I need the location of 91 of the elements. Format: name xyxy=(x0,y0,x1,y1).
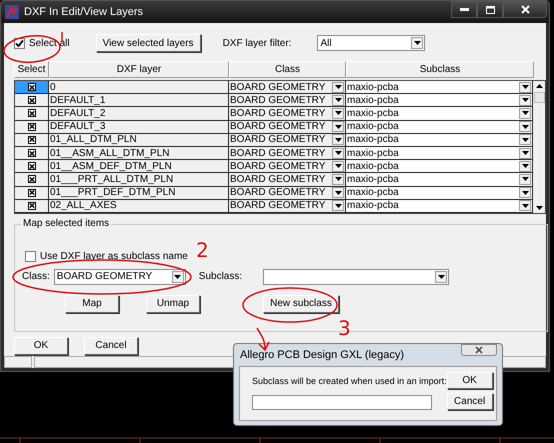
check-mark-icon[interactable] xyxy=(28,202,36,210)
table-cell: 01__ASM_DEF_DTM_PLN xyxy=(49,160,229,174)
subclass-cell-dropdown[interactable]: maxio-pcba xyxy=(346,107,533,121)
close-button[interactable] xyxy=(503,1,547,18)
class-cell-dropdown[interactable]: BOARD GEOMETRY xyxy=(229,146,346,160)
subclass-cell-dropdown[interactable]: maxio-pcba xyxy=(346,134,533,147)
subclass-cell-dropdown[interactable]: maxio-pcba xyxy=(346,186,533,200)
select-cell[interactable] xyxy=(15,186,49,200)
popup-message: Subclass will be created when used in an import: xyxy=(252,376,447,386)
check-mark-icon[interactable] xyxy=(28,162,36,170)
check-mark-icon[interactable] xyxy=(28,83,36,92)
table-cell: 01___PRT_DEF_DTM_PLN xyxy=(49,186,229,200)
check-mark-icon[interactable] xyxy=(28,136,36,144)
subclass-name-checkbox[interactable] xyxy=(25,250,36,262)
status-pane xyxy=(4,356,32,368)
check-mark-icon[interactable] xyxy=(28,149,36,158)
minimize-button[interactable] xyxy=(451,1,477,18)
maximize-icon xyxy=(486,6,494,14)
scroll-thumb[interactable] xyxy=(534,92,544,103)
scrollbar[interactable] xyxy=(533,81,545,213)
dialog-button[interactable]: OK xyxy=(14,336,68,355)
column-header[interactable]: Class xyxy=(229,61,346,78)
select-cell[interactable] xyxy=(15,134,49,147)
select-cell[interactable] xyxy=(15,81,49,94)
app-icon xyxy=(5,5,19,19)
check-mark-icon[interactable] xyxy=(28,96,36,104)
action-button[interactable]: Unmap xyxy=(146,294,200,313)
close-icon xyxy=(520,5,530,14)
subclass-cell-dropdown[interactable]: maxio-pcba xyxy=(346,160,533,174)
maximize-button[interactable] xyxy=(477,1,503,18)
check-mark-icon[interactable] xyxy=(28,188,36,197)
subclass-cell-dropdown[interactable]: maxio-pcba xyxy=(346,146,533,160)
class-cell-dropdown[interactable]: BOARD GEOMETRY xyxy=(229,134,346,147)
class-dropdown[interactable]: BOARD GEOMETRY xyxy=(54,268,186,285)
select-cell[interactable] xyxy=(15,107,49,121)
close-button[interactable] xyxy=(461,344,497,356)
subclass-cell-dropdown[interactable]: maxio-pcba xyxy=(346,200,533,213)
popup-title: Allegro PCB Design GXL (legacy) xyxy=(240,349,404,361)
group-title: Map selected items xyxy=(21,218,112,229)
select-cell[interactable] xyxy=(15,173,49,186)
subclass-name-field[interactable] xyxy=(252,395,432,410)
table-cell: DEFAULT_3 xyxy=(49,120,229,134)
select-cell[interactable] xyxy=(15,120,49,134)
view-layers-button[interactable]: View selected layers xyxy=(96,34,201,52)
action-button[interactable]: Map xyxy=(65,294,119,313)
filter-label: DXF layer filter: xyxy=(222,38,292,48)
filter-dropdown[interactable]: All xyxy=(317,35,426,51)
select-cell[interactable] xyxy=(15,160,49,174)
scroll-down-icon xyxy=(536,206,542,210)
column-header[interactable]: Select xyxy=(14,61,49,78)
annotation-number: 2 xyxy=(196,240,209,260)
subclass-cell-dropdown[interactable]: maxio-pcba xyxy=(346,120,533,134)
class-cell-dropdown[interactable]: BOARD GEOMETRY xyxy=(229,173,346,186)
table-cell: 02_ALL_AXES xyxy=(49,200,229,213)
column-header[interactable]: Subclass xyxy=(346,61,534,78)
annotation-number: 3 xyxy=(338,318,351,338)
subclass-cell-dropdown[interactable]: maxio-pcba xyxy=(346,173,533,186)
check-mark-icon[interactable] xyxy=(28,109,36,118)
checkbox-label: Select all xyxy=(29,38,70,48)
scroll-up-icon xyxy=(536,84,542,88)
select-cell[interactable] xyxy=(15,200,49,213)
dialog-button[interactable]: Cancel xyxy=(84,336,138,355)
class-label: Class: xyxy=(22,271,50,282)
class-cell-dropdown[interactable]: BOARD GEOMETRY xyxy=(229,94,346,108)
class-cell-dropdown[interactable]: BOARD GEOMETRY xyxy=(229,120,346,134)
class-cell-dropdown[interactable]: BOARD GEOMETRY xyxy=(229,186,346,200)
table-cell: DEFAULT_2 xyxy=(49,107,229,121)
checkbox-label: Use DXF layer as subclass name xyxy=(40,250,188,262)
minimize-icon xyxy=(460,8,468,11)
column-header[interactable]: DXF layer xyxy=(49,61,229,78)
check-mark-icon[interactable] xyxy=(28,122,36,131)
table-cell: 01___PRT_ALL_DTM_PLN xyxy=(49,173,229,186)
dialog-button[interactable]: OK xyxy=(446,372,493,389)
table-cell: DEFAULT_1 xyxy=(49,94,229,108)
select-cell[interactable] xyxy=(15,146,49,160)
subclass-cell-dropdown[interactable]: maxio-pcba xyxy=(346,94,533,108)
subclass-cell-dropdown[interactable]: maxio-pcba xyxy=(346,81,533,94)
class-cell-dropdown[interactable]: BOARD GEOMETRY xyxy=(229,160,346,174)
class-cell-dropdown[interactable]: BOARD GEOMETRY xyxy=(229,107,346,121)
subclass-label: Subclass: xyxy=(198,271,242,282)
dialog-button[interactable]: Cancel xyxy=(446,393,493,410)
close-icon xyxy=(475,346,483,354)
table-cell: 0 xyxy=(49,81,229,94)
window-title: DXF In Edit/View Layers xyxy=(24,6,144,18)
table-cell: 01_ALL_DTM_PLN xyxy=(49,134,229,147)
table-cell: 01__ASM_ALL_DTM_PLN xyxy=(49,146,229,160)
select-cell[interactable] xyxy=(15,94,49,108)
class-cell-dropdown[interactable]: BOARD GEOMETRY xyxy=(229,200,346,213)
check-mark-icon[interactable] xyxy=(28,175,36,184)
action-button[interactable]: New subclass xyxy=(263,294,339,313)
class-cell-dropdown[interactable]: BOARD GEOMETRY xyxy=(229,81,346,94)
